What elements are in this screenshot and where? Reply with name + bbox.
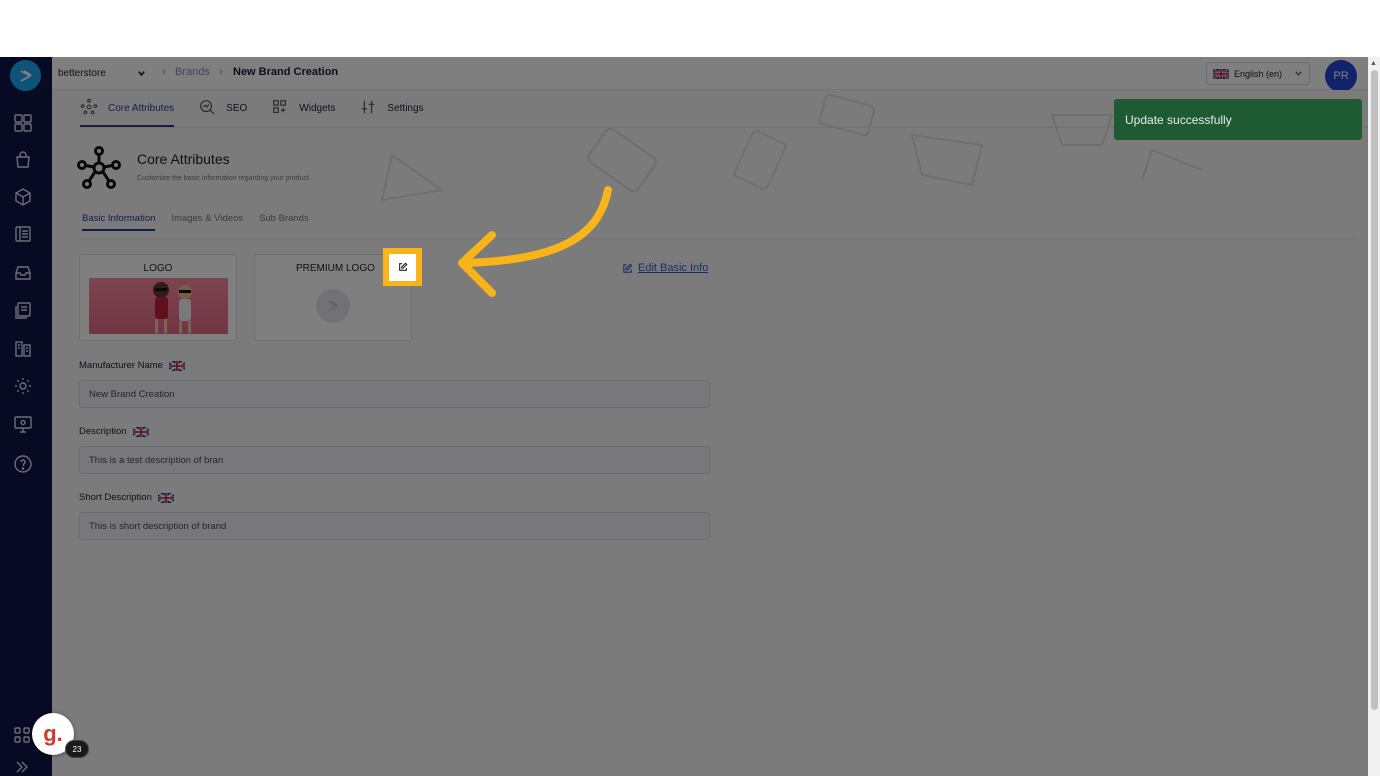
tab-settings[interactable]: Settings [359,90,424,127]
subtab-sub-brands[interactable]: Sub Brands [259,213,309,231]
settings-gear-icon[interactable] [12,375,34,397]
network-icon [80,98,98,119]
language-select[interactable]: English (en) [1206,62,1310,85]
tab-label: Settings [387,103,424,114]
subtab-basic-information[interactable]: Basic Information [82,213,156,231]
sidebar [0,57,52,776]
manufacturer-name-label: Manufacturer Name [79,360,185,371]
edit-icon [398,262,408,271]
box-icon[interactable] [12,186,34,208]
products-bag-icon[interactable] [12,149,34,171]
app-logo-icon[interactable] [10,60,41,91]
breadcrumb-current: New Brand Creation [233,66,339,78]
catalog-icon[interactable] [12,299,34,321]
reports-icon[interactable] [12,338,34,360]
logo-image [89,278,228,334]
uk-flag-icon [1213,68,1229,79]
help-icon[interactable] [12,453,34,475]
breadcrumb-separator-icon: › [219,66,223,78]
core-attributes-network-icon [77,146,121,189]
description-label-text: Description [79,426,127,437]
dashboard-icon[interactable] [12,112,34,134]
manufacturer-name-label-text: Manufacturer Name [79,360,163,371]
language-label: English (en) [1234,68,1283,79]
main-content: Core Attributes SEO Widgets Settings Cor… [52,90,1368,776]
main-tabs: Core Attributes SEO Widgets Settings [80,90,424,127]
tab-seo[interactable]: SEO [198,90,247,127]
seo-search-icon [198,98,216,119]
guide-count-badge: 23 [65,740,89,758]
description-label: Description [79,426,149,437]
short-description-label: Short Description [79,492,174,503]
placeholder-logo-icon [316,289,350,323]
chevron-down-icon [1295,71,1302,76]
logo-card[interactable]: LOGO [79,254,237,341]
success-toast: Update successfully [1114,99,1362,140]
app-window: betterstore › Brands › New Brand Creatio… [0,57,1380,776]
breadcrumb-brands[interactable]: Brands [175,66,210,78]
scroll-up-arrow-icon[interactable]: ▲ [1370,60,1377,67]
page-scrollbar-thumb[interactable] [1371,70,1378,710]
top-blank-area [0,0,1380,57]
sliders-icon [359,98,377,119]
manufacturer-name-field[interactable]: New Brand Creation [79,380,710,408]
subtab-images-videos[interactable]: Images & Videos [171,213,243,231]
inbox-icon[interactable] [12,262,34,284]
tab-core-attributes[interactable]: Core Attributes [80,90,175,127]
tab-label: Core Attributes [108,103,175,114]
widgets-icon [271,98,289,119]
short-description-label-text: Short Description [79,492,152,503]
monitor-settings-icon[interactable] [12,413,34,435]
avatar[interactable]: PR [1325,60,1357,92]
tab-label: Widgets [299,103,336,114]
uk-flag-icon [132,426,149,437]
breadcrumb-separator-icon: › [162,66,166,78]
subtabs: Basic Information Images & Videos Sub Br… [82,213,309,231]
tab-label: SEO [226,103,248,114]
orders-list-icon[interactable] [12,223,34,245]
tab-widgets[interactable]: Widgets [271,90,335,127]
premium-logo-edit-button[interactable] [383,248,422,286]
description-field[interactable]: This is a test description of bran [79,446,710,474]
short-description-field[interactable]: This is short description of brand [79,512,710,540]
edit-basic-info-link[interactable]: Edit Basic Info [622,262,708,274]
uk-flag-icon [168,360,185,371]
logo-label: LOGO [143,263,173,274]
store-select[interactable]: betterstore [56,64,148,83]
store-select-value: betterstore [58,68,106,79]
guide-arrow-icon [458,186,612,297]
edit-basic-info-label: Edit Basic Info [638,262,709,274]
section-title: Core Attributes [137,151,230,167]
section-subtitle: Customize the basic information regardin… [137,175,311,182]
subtabs-divider [80,238,1357,239]
apps-grid-icon[interactable] [12,725,32,745]
uk-flag-icon [157,492,174,503]
expand-sidebar-icon[interactable] [12,757,32,776]
top-bar: betterstore › Brands › New Brand Creatio… [52,57,1368,92]
chevron-down-icon [138,71,145,77]
